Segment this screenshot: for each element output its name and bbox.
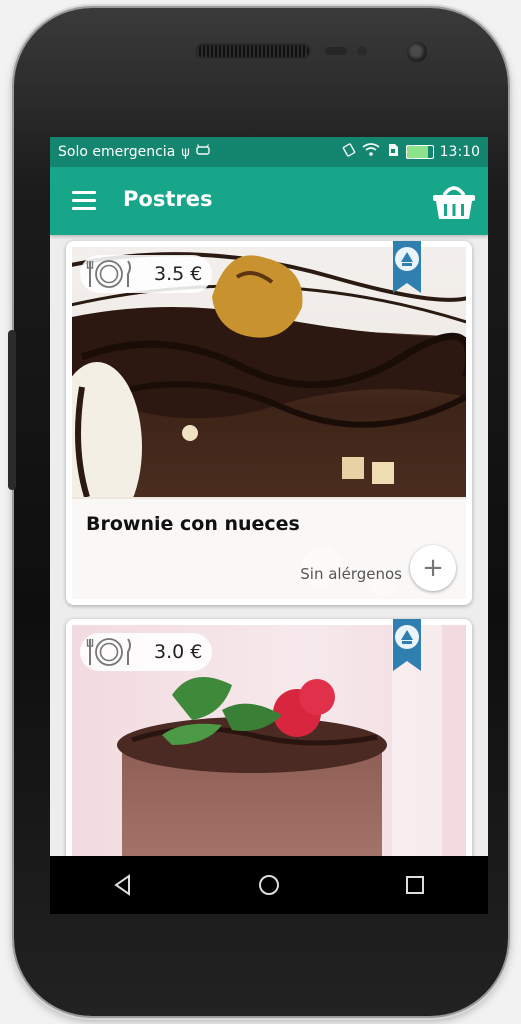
app-screen: Solo emergencia ψ 13:10 Postres 3.5 € Br… [50, 137, 488, 856]
product-list: 3.5 € Brownie con nueces Sin alérgenos + [50, 235, 488, 856]
plate-cutlery-icon [86, 637, 132, 667]
ribbon-badge-icon [390, 241, 424, 295]
app-bar: Postres [50, 167, 488, 235]
phone-camera [407, 42, 427, 62]
android-debug-icon [196, 144, 210, 160]
usb-icon: ψ [181, 144, 190, 160]
recents-icon[interactable] [395, 865, 435, 905]
carrier-text: Solo emergencia [58, 144, 176, 160]
hamburger-menu-icon[interactable] [72, 191, 96, 211]
phone-speaker [197, 45, 309, 57]
status-bar: Solo emergencia ψ 13:10 [50, 137, 488, 167]
sim-icon [386, 143, 400, 161]
product-name: Brownie con nueces [86, 513, 300, 535]
back-icon[interactable] [103, 865, 143, 905]
page-title: Postres [123, 187, 213, 211]
product-price: 3.5 € [154, 263, 203, 285]
navigation-bar [50, 856, 488, 914]
add-to-cart-button[interactable]: + [410, 545, 456, 591]
allergens-text: Sin alérgenos [300, 565, 402, 583]
vibrate-icon [342, 143, 356, 161]
clock-text: 13:10 [439, 144, 480, 160]
ribbon-badge-icon [390, 619, 424, 673]
plate-cutlery-icon [86, 259, 132, 289]
price-badge: 3.5 € [80, 255, 212, 293]
shopping-basket-icon[interactable] [430, 179, 478, 223]
wifi-icon [362, 143, 380, 161]
card-info-overlay: Brownie con nueces Sin alérgenos + [72, 499, 466, 599]
phone-side-button [8, 330, 16, 490]
battery-icon [405, 145, 434, 159]
price-badge: 3.0 € [80, 633, 212, 671]
home-icon[interactable] [249, 865, 289, 905]
phone-sensor [325, 47, 347, 55]
phone-sensor-dot [357, 46, 367, 56]
product-card[interactable]: 3.0 € [66, 619, 472, 856]
product-price: 3.0 € [154, 641, 203, 663]
product-card[interactable]: 3.5 € Brownie con nueces Sin alérgenos + [66, 241, 472, 605]
